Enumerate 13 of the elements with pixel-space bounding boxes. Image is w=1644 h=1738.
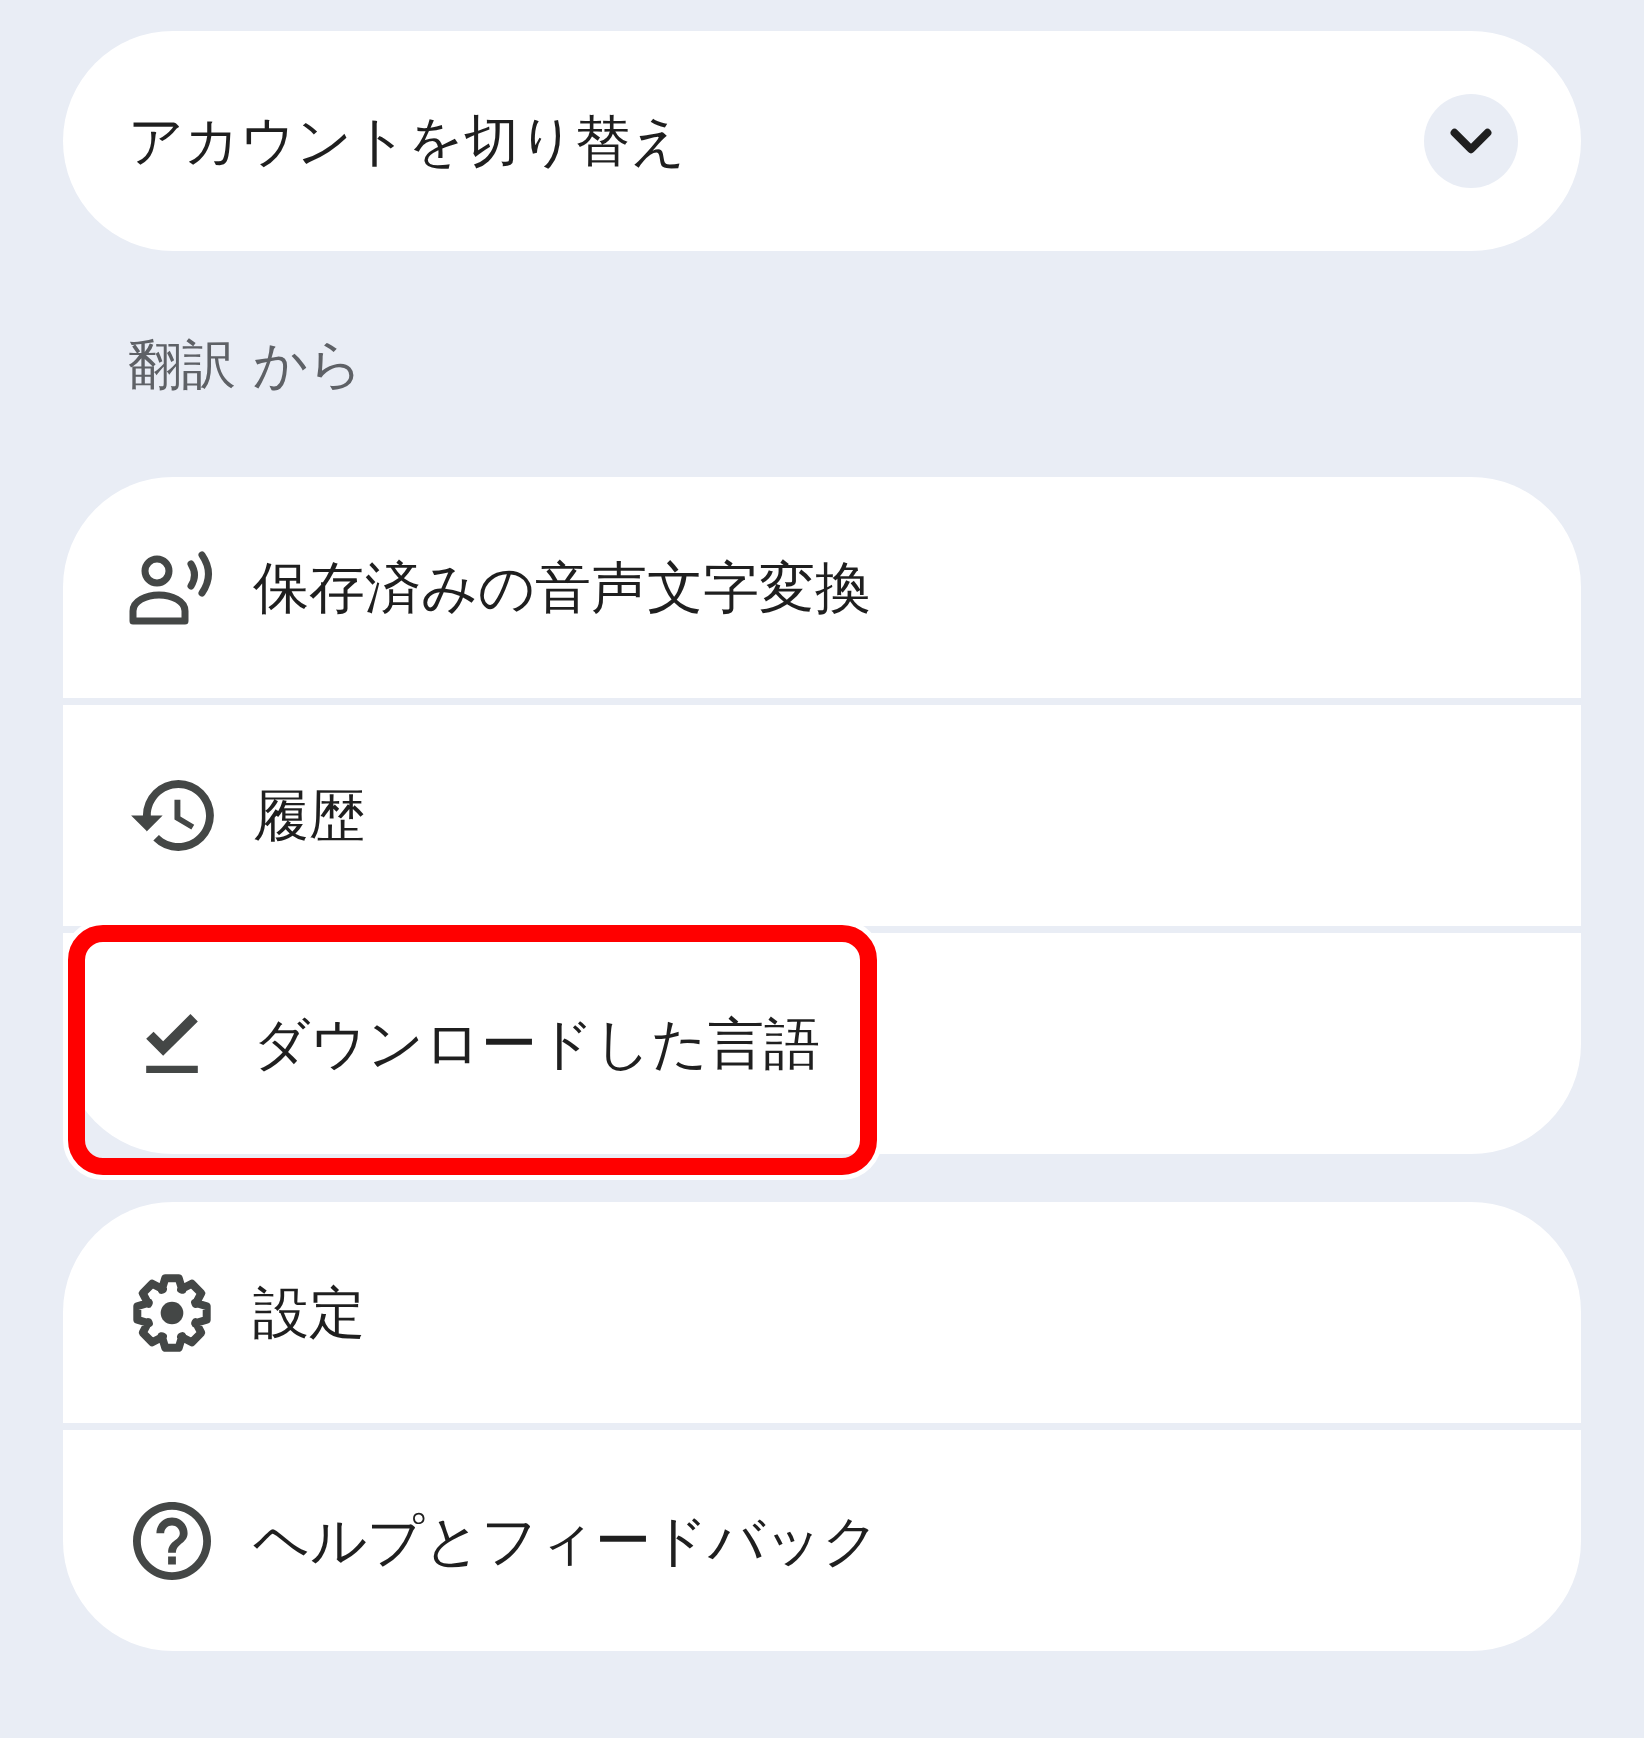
menu-item[interactable]: 保存済みの音声文字変換 [63, 477, 1581, 698]
settings-icon [132, 1272, 212, 1353]
menu-item[interactable]: 設定 [63, 1202, 1581, 1423]
account-switcher-label: アカウントを切り替え [128, 107, 686, 175]
chevron-down-icon [1450, 128, 1492, 154]
menu-item[interactable]: 履歴 [63, 705, 1581, 926]
help-icon [133, 1501, 211, 1580]
check-underline-icon [146, 1014, 198, 1073]
history-icon [130, 780, 214, 851]
section-title: 翻訳 から [128, 331, 364, 398]
person-voice-icon [129, 550, 215, 625]
menu-item[interactable]: ヘルプとフィードバック [63, 1430, 1581, 1651]
menu-item[interactable]: ダウンロードした言語 [63, 933, 1581, 1154]
